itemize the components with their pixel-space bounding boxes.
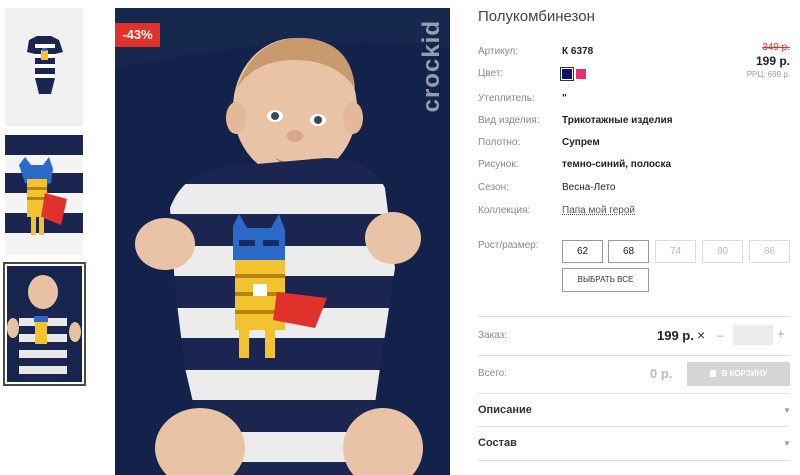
size-option-68[interactable]: 68 — [608, 240, 649, 263]
size-option-86: 86 — [749, 240, 790, 263]
attr-value: Супрем — [562, 137, 600, 148]
cart-icon — [709, 370, 716, 377]
product-title: Полукомбинезон — [478, 8, 595, 25]
divider — [478, 355, 790, 356]
discount-badge: -43% — [115, 23, 160, 47]
divider — [478, 316, 790, 317]
attr-label: Цвет: — [478, 68, 504, 79]
attr-label: Артикул: — [478, 46, 519, 57]
attr-value: Трикотажные изделия — [562, 115, 673, 126]
attr-value: Весна-Лето — [562, 182, 616, 193]
size-option-62[interactable]: 62 — [562, 240, 603, 263]
thumbnail-1[interactable] — [5, 8, 83, 126]
chevron-down-icon[interactable]: ▼ — [783, 406, 791, 415]
chevron-down-icon[interactable]: ▼ — [783, 439, 791, 448]
attr-value: К 6378 — [562, 46, 594, 57]
add-to-cart-button[interactable]: В КОРЗИНУ — [687, 362, 790, 386]
brand-watermark: crockid — [418, 20, 445, 113]
divider — [478, 460, 790, 461]
recommended-retail-price: РРЦ: 699 р. — [746, 70, 790, 79]
quantity-decrease-button[interactable]: – — [717, 328, 724, 342]
quantity-input[interactable] — [733, 325, 773, 345]
color-swatch-navy[interactable] — [560, 67, 574, 81]
main-product-image — [115, 8, 450, 475]
attr-label: Утеплитель: — [478, 93, 535, 104]
size-option-80: 80 — [702, 240, 743, 263]
thumbnail-3-selected[interactable] — [3, 262, 86, 386]
total-label: Всего: — [478, 368, 507, 379]
thumbnail-bodysuit-image — [5, 8, 83, 126]
size-label: Рост/размер: — [478, 240, 539, 251]
size-option-74: 74 — [655, 240, 696, 263]
attr-value: " — [562, 93, 567, 104]
attr-label: Рисунок: — [478, 159, 519, 170]
attr-value: темно-синий, полоска — [562, 159, 672, 170]
divider — [478, 426, 790, 427]
accordion-composition[interactable]: Состав — [478, 437, 517, 449]
old-price: 349 р. — [762, 42, 790, 53]
add-to-cart-label: В КОРЗИНУ — [721, 369, 768, 378]
attr-label: Коллекция: — [478, 205, 531, 216]
order-price: 199 р. — [657, 328, 694, 343]
order-label: Заказ: — [478, 330, 508, 341]
select-all-sizes-button[interactable]: ВЫБРАТЬ ВСЕ — [562, 268, 649, 292]
color-swatch-pink[interactable] — [576, 69, 586, 79]
quantity-increase-button[interactable]: + — [777, 326, 785, 341]
attr-label: Вид изделия: — [478, 115, 540, 126]
collection-link[interactable]: Папа мой герой — [562, 205, 635, 216]
total-value: 0 р. — [650, 366, 673, 381]
thumbnail-baby-image — [7, 266, 82, 382]
accordion-description[interactable]: Описание — [478, 404, 532, 416]
divider — [478, 393, 790, 394]
thumbnail-print-closeup-image — [5, 135, 83, 255]
clear-order-icon[interactable]: × — [697, 327, 705, 343]
thumbnail-2[interactable] — [5, 135, 83, 255]
attr-label: Сезон: — [478, 182, 509, 193]
attr-label: Полотно: — [478, 137, 521, 148]
current-price: 199 р. — [755, 54, 790, 68]
